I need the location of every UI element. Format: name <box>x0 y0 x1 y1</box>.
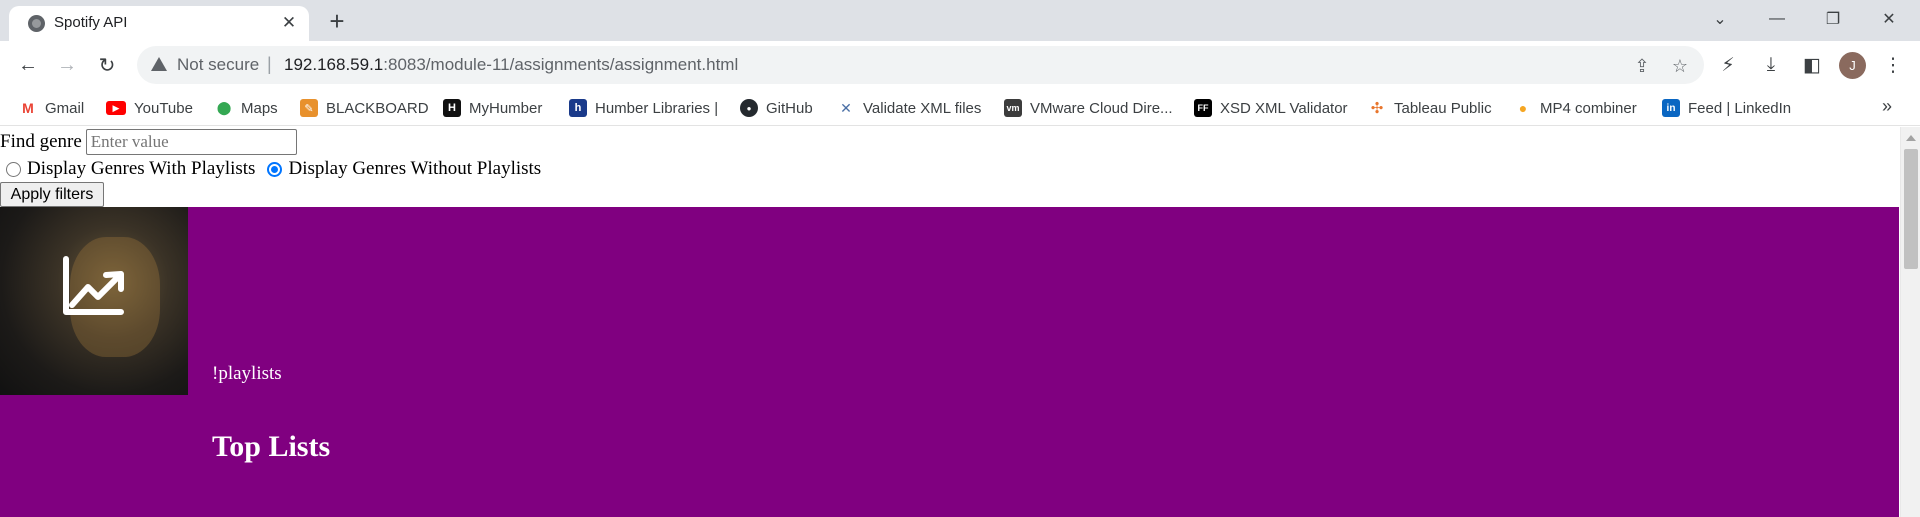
humber-libraries-icon: h <box>569 99 587 117</box>
without-playlists-label[interactable]: Display Genres Without Playlists <box>288 158 541 180</box>
share-icon[interactable]: ⇪ <box>1631 55 1653 77</box>
bookmark-maps[interactable]: ⬤ Maps <box>215 97 278 119</box>
download-icon[interactable]: ⤓ <box>1756 50 1786 80</box>
bookmark-label: Feed | LinkedIn <box>1688 99 1792 117</box>
close-window-button[interactable]: ✕ <box>1869 4 1909 34</box>
tab-title: Spotify API <box>54 14 128 31</box>
url-separator: | <box>267 54 272 74</box>
bookmark-label: YouTube <box>134 99 193 117</box>
playlist-filter-row: Display Genres With Playlists Display Ge… <box>0 157 541 181</box>
trending-up-icon <box>63 256 124 315</box>
warning-icon[interactable] <box>151 57 167 71</box>
url-text[interactable]: 192.168.59.1:8083/module-11/assignments/… <box>284 55 738 75</box>
bookmark-label: Humber Libraries | <box>595 99 719 117</box>
page-content: Find genre Display Genres With Playlists… <box>0 127 1900 517</box>
bookmark-mp4-combiner[interactable]: ● MP4 combiner <box>1514 97 1637 119</box>
bookmark-label: VMware Cloud Dire... <box>1030 99 1173 117</box>
bookmark-label: XSD XML Validator <box>1220 99 1348 117</box>
xsd-validator-icon: FF <box>1194 99 1212 117</box>
star-icon[interactable]: ☆ <box>1669 55 1691 77</box>
bookmark-github[interactable]: ● GitHub <box>740 97 813 119</box>
bookmark-myhumber[interactable]: H MyHumber <box>443 97 542 119</box>
with-playlists-label[interactable]: Display Genres With Playlists <box>27 158 255 180</box>
reload-button[interactable]: ↻ <box>91 49 123 81</box>
bookmark-label: GitHub <box>766 99 813 117</box>
without-playlists-radio[interactable] <box>267 161 283 177</box>
more-bookmarks-icon[interactable]: » <box>1882 96 1892 117</box>
myhumber-icon: H <box>443 99 461 117</box>
globe-icon <box>28 15 45 32</box>
bookmark-tableau[interactable]: ✣ Tableau Public <box>1368 97 1492 119</box>
bookmark-label: MyHumber <box>469 99 543 117</box>
bookmark-label: MP4 combiner <box>1540 99 1637 117</box>
url-host: 192.168.59.1 <box>284 55 384 74</box>
performance-icon[interactable]: ⚡ <box>1713 50 1743 80</box>
forward-button[interactable]: → <box>51 49 83 81</box>
tableau-icon: ✣ <box>1368 99 1386 117</box>
minimize-button[interactable]: — <box>1757 4 1797 34</box>
bookmark-label: Maps <box>241 99 278 117</box>
bookmark-label: Tableau Public <box>1394 99 1492 117</box>
maps-icon: ⬤ <box>215 99 233 117</box>
apply-filters-button[interactable]: Apply filters <box>0 182 104 207</box>
bookmark-blackboard[interactable]: ✎ BLACKBOARD <box>300 97 429 119</box>
avatar[interactable]: J <box>1839 52 1866 79</box>
back-button[interactable]: ← <box>12 49 44 81</box>
security-label[interactable]: Not secure <box>177 55 259 75</box>
blackboard-icon: ✎ <box>300 99 318 117</box>
scroll-thumb[interactable] <box>1904 149 1918 269</box>
address-bar[interactable]: Not secure | 192.168.59.1:8083/module-11… <box>137 46 1704 84</box>
new-tab-button[interactable]: + <box>323 6 351 36</box>
github-icon: ● <box>740 99 758 117</box>
browser-tab[interactable]: Spotify API ✕ <box>9 6 309 41</box>
page-scrollbar[interactable] <box>1900 127 1920 517</box>
sidepanel-icon[interactable]: ◧ <box>1797 50 1827 80</box>
menu-icon[interactable]: ⋮ <box>1878 50 1908 80</box>
gmail-icon: M <box>19 99 37 117</box>
genre-subtitle: !playlists <box>212 363 282 384</box>
bookmark-label: Gmail <box>45 99 85 117</box>
validate-xml-icon: ✕ <box>837 99 855 117</box>
with-playlists-radio[interactable] <box>6 161 21 177</box>
restore-button[interactable]: ❐ <box>1813 4 1853 34</box>
bookmark-vmware[interactable]: vm VMware Cloud Dire... <box>1004 97 1173 119</box>
bookmarks-bar: M Gmail ▶ YouTube ⬤ Maps ✎ BLACKBOARD H … <box>0 89 1920 126</box>
tab-strip: Spotify API ✕ + ⌄ — ❐ ✕ <box>0 0 1920 41</box>
bookmark-youtube[interactable]: ▶ YouTube <box>106 97 193 119</box>
scroll-up-icon[interactable] <box>1906 135 1916 141</box>
genre-title: Top Lists <box>212 430 331 463</box>
genre-cover-image <box>0 207 188 395</box>
bookmark-gmail[interactable]: M Gmail <box>19 97 84 119</box>
bookmark-validate-xml[interactable]: ✕ Validate XML files <box>837 97 981 119</box>
genre-search-row: Find genre <box>0 129 297 155</box>
close-tab-icon[interactable]: ✕ <box>277 11 301 35</box>
youtube-icon: ▶ <box>106 101 126 115</box>
find-genre-label: Find genre <box>0 131 82 152</box>
bookmark-linkedin[interactable]: in Feed | LinkedIn <box>1662 97 1791 119</box>
bookmark-xsd-validator[interactable]: FF XSD XML Validator <box>1194 97 1348 119</box>
browser-toolbar: ← → ↻ Not secure | 192.168.59.1:8083/mod… <box>0 41 1920 89</box>
genre-banner: !playlists Top Lists <box>0 207 1899 517</box>
linkedin-icon: in <box>1662 99 1680 117</box>
bookmark-humber-libraries[interactable]: h Humber Libraries | <box>569 97 718 119</box>
genre-search-input[interactable] <box>85 129 297 155</box>
url-path: :8083/module-11/assignments/assignment.h… <box>383 55 739 74</box>
mp4-combiner-icon: ● <box>1514 99 1532 117</box>
vmware-icon: vm <box>1004 99 1022 117</box>
bookmark-label: BLACKBOARD <box>326 99 429 117</box>
tab-search-icon[interactable]: ⌄ <box>1700 4 1740 34</box>
bookmark-label: Validate XML files <box>863 99 982 117</box>
